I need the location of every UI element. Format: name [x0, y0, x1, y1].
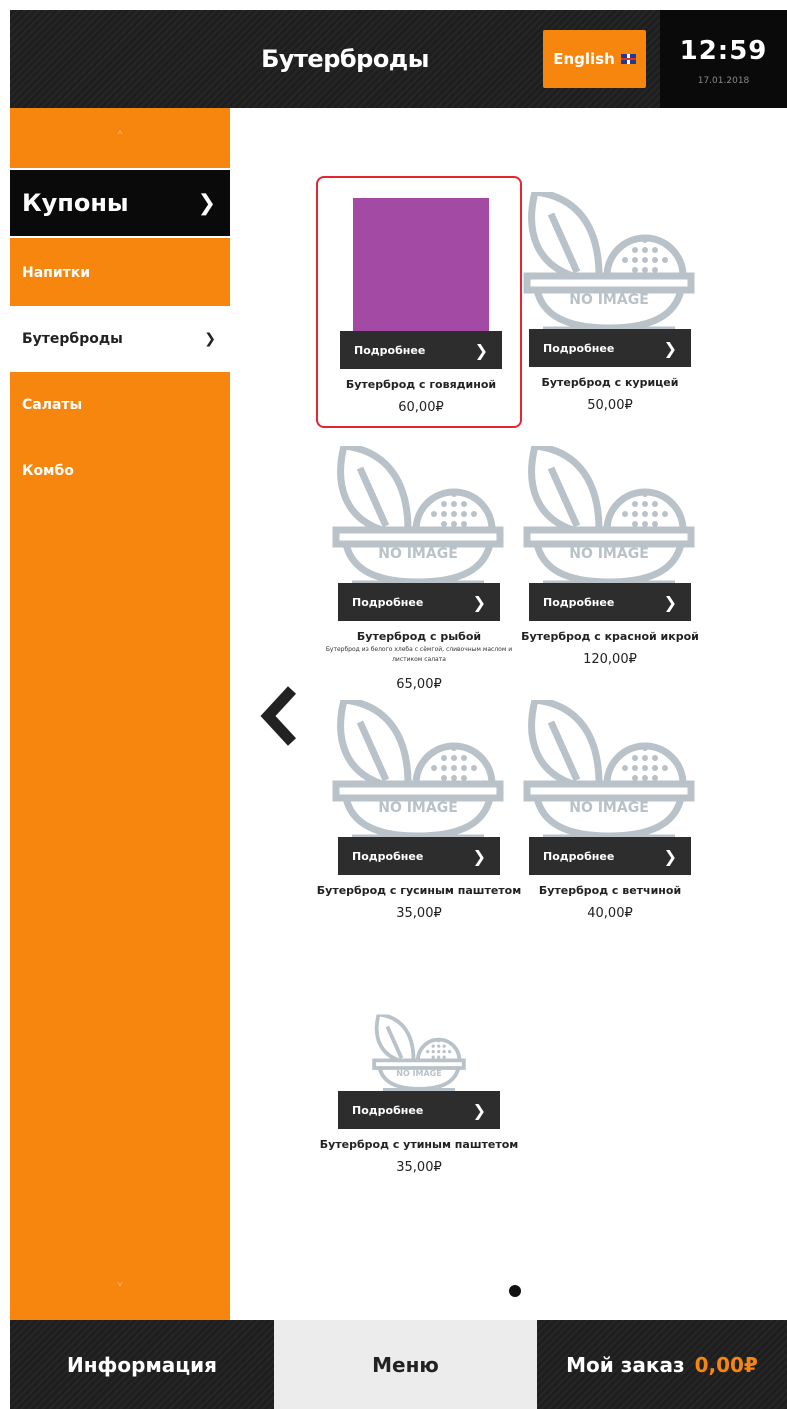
- product-card[interactable]: NO IMAGE Подробнее ❯ Бутерброд с ветчино…: [507, 684, 713, 936]
- chevron-right-icon: ❯: [204, 331, 216, 347]
- menu-button[interactable]: Меню: [274, 1320, 537, 1409]
- sidebar-item-label: Купоны: [22, 189, 129, 217]
- scroll-up-button[interactable]: ˄: [10, 108, 230, 168]
- sidebar-item-label: Напитки: [22, 265, 91, 281]
- details-label: Подробнее: [352, 1103, 424, 1117]
- product-name: Бутерброд с курицей: [541, 376, 679, 389]
- product-price: 40,00₽: [587, 906, 633, 921]
- details-button[interactable]: Подробнее ❯: [529, 329, 691, 367]
- chevron-down-icon: ˅: [116, 1282, 124, 1298]
- product-card[interactable]: NO IMAGE Подробнее ❯ Бутерброд с рыбой Б…: [316, 430, 522, 692]
- uk-flag-icon: [620, 54, 636, 64]
- clock-date: 17.01.2018: [697, 76, 750, 86]
- menu-label: Меню: [372, 1352, 439, 1377]
- info-label: Информация: [67, 1352, 217, 1377]
- product-name: Бутерброд с ветчиной: [538, 884, 682, 897]
- product-name: Бутерброд с гусиным паштетом: [316, 884, 522, 897]
- chevron-right-icon: ❯: [663, 592, 677, 612]
- no-image-label: NO IMAGE: [569, 546, 649, 562]
- no-image-label: NO IMAGE: [569, 800, 649, 816]
- details-label: Подробнее: [543, 341, 615, 355]
- product-name: Бутерброд с красной икрой: [521, 630, 699, 643]
- sidebar-item-coupons[interactable]: Купоны ❯: [10, 168, 230, 238]
- no-image-label: NO IMAGE: [378, 800, 458, 816]
- no-image-label: NO IMAGE: [396, 1069, 442, 1078]
- product-price: 35,00₽: [396, 1160, 442, 1175]
- details-button[interactable]: Подробнее ❯: [338, 583, 500, 621]
- sidebar-item-drinks[interactable]: Напитки: [10, 240, 230, 306]
- product-card[interactable]: Подробнее ❯ Бутерброд с говядиной 60,00₽: [316, 176, 522, 428]
- product-price: 120,00₽: [583, 652, 637, 667]
- sidebar-item-combo[interactable]: Комбо: [10, 438, 230, 504]
- chevron-right-icon: ❯: [472, 592, 486, 612]
- language-button[interactable]: English: [543, 30, 646, 88]
- chevron-right-icon: ❯: [663, 338, 677, 358]
- details-label: Подробнее: [352, 595, 424, 609]
- chevron-right-icon: ❯: [197, 190, 216, 216]
- details-label: Подробнее: [352, 849, 424, 863]
- no-image-label: NO IMAGE: [378, 546, 458, 562]
- product-grid: Подробнее ❯ Бутерброд с говядиной 60,00₽…: [230, 108, 787, 1320]
- product-price: 60,00₽: [398, 400, 444, 415]
- details-button[interactable]: Подробнее ❯: [529, 583, 691, 621]
- chevron-right-icon: ❯: [472, 1100, 486, 1120]
- details-button[interactable]: Подробнее ❯: [340, 331, 502, 369]
- previous-page-arrow-icon[interactable]: [258, 686, 298, 746]
- order-label: Мой заказ: [566, 1352, 685, 1377]
- sidebar-item-label: Бутерброды: [22, 331, 123, 347]
- footer-bar: Информация Меню Мой заказ 0,00₽: [10, 1320, 787, 1409]
- chevron-right-icon: ❯: [472, 846, 486, 866]
- language-label: English: [553, 50, 615, 68]
- product-name: Бутерброд с говядиной: [345, 378, 497, 391]
- product-price: 35,00₽: [396, 906, 442, 921]
- scroll-down-button[interactable]: ˅: [10, 1260, 230, 1320]
- details-label: Подробнее: [354, 343, 426, 357]
- chevron-right-icon: ❯: [663, 846, 677, 866]
- no-image-label: NO IMAGE: [569, 292, 649, 308]
- my-order-button[interactable]: Мой заказ 0,00₽: [537, 1320, 787, 1409]
- product-description: Бутерброд из белого хлеба с сёмгой, слив…: [325, 646, 513, 663]
- product-image: [353, 198, 489, 334]
- product-name: Бутерброд с утиным паштетом: [319, 1138, 519, 1151]
- sidebar-item-sandwiches[interactable]: Бутерброды ❯: [10, 306, 230, 372]
- product-name: Бутерброд с рыбой: [356, 630, 482, 643]
- product-card[interactable]: NO IMAGE Подробнее ❯ Бутерброд с курицей…: [507, 176, 713, 428]
- category-sidebar: ˄ Купоны ❯ Напитки Бутерброды ❯ Салаты К…: [10, 108, 230, 1320]
- sidebar-item-label: Комбо: [22, 463, 74, 479]
- details-button[interactable]: Подробнее ❯: [338, 1091, 500, 1129]
- product-card[interactable]: NO IMAGE Подробнее ❯ Бутерброд с красной…: [507, 430, 713, 682]
- clock-time: 12:59: [679, 36, 768, 66]
- order-total: 0,00₽: [694, 1352, 758, 1377]
- details-label: Подробнее: [543, 595, 615, 609]
- header-bar: Бутерброды English 12:59 17.01.2018: [10, 10, 787, 108]
- info-button[interactable]: Информация: [10, 1320, 274, 1409]
- product-card[interactable]: NO IMAGE Подробнее ❯ Бутерброд с утиным …: [316, 938, 522, 1190]
- sidebar-item-label: Салаты: [22, 397, 83, 413]
- details-label: Подробнее: [543, 849, 615, 863]
- chevron-up-icon: ˄: [116, 130, 124, 146]
- clock: 12:59 17.01.2018: [660, 10, 787, 108]
- chevron-right-icon: ❯: [474, 340, 488, 360]
- details-button[interactable]: Подробнее ❯: [338, 837, 500, 875]
- product-card[interactable]: NO IMAGE Подробнее ❯ Бутерброд с гусиным…: [316, 684, 522, 936]
- product-price: 50,00₽: [587, 398, 633, 413]
- sidebar-item-salads[interactable]: Салаты: [10, 372, 230, 438]
- details-button[interactable]: Подробнее ❯: [529, 837, 691, 875]
- page-indicator-dot[interactable]: [509, 1285, 521, 1297]
